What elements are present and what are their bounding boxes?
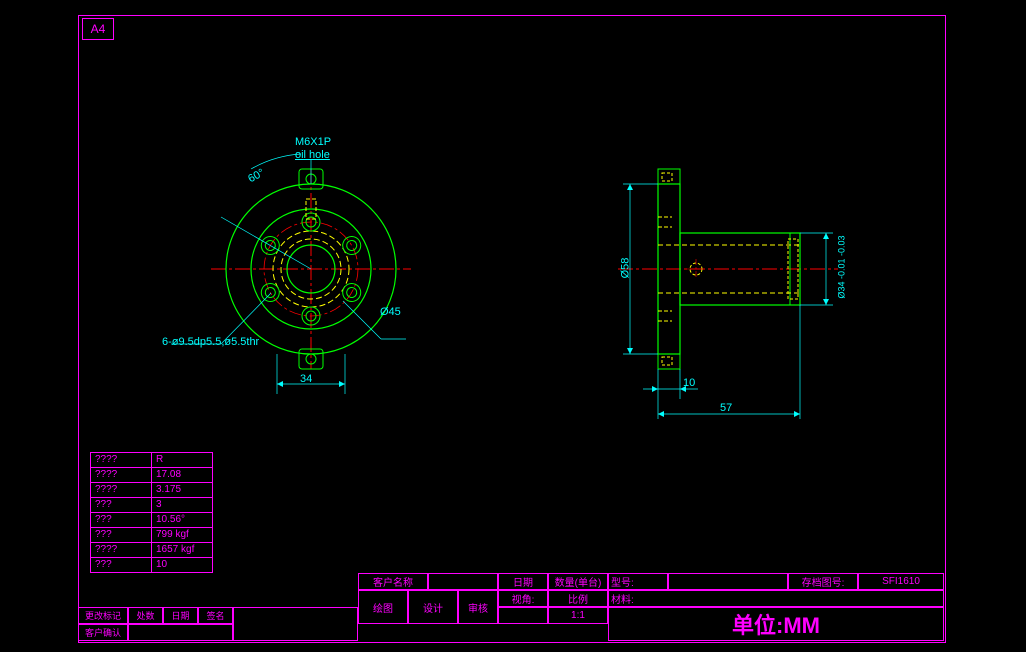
table-row: ????1657 kgf (91, 543, 213, 558)
holespec-label: 6-ø9.5dp5.5,ø5.5thr (162, 336, 259, 348)
spec-table: ????R????17.08????3.175???3???10.56°???7… (90, 452, 213, 573)
design-label: 设计 (408, 590, 458, 624)
scale-value: 1:1 (548, 607, 608, 624)
table-row: ???10.56° (91, 513, 213, 528)
side-view (618, 169, 838, 419)
thread-label: M6X1P (295, 136, 331, 148)
dim57-label: 57 (720, 402, 732, 414)
front-view (171, 154, 411, 394)
table-row: ????3.175 (91, 483, 213, 498)
drawn-label: 绘图 (358, 590, 408, 624)
table-row: ???10 (91, 558, 213, 573)
qty-label: 数量(单台) (548, 573, 608, 590)
material-label: 材料: (608, 590, 944, 607)
units-label: 单位:MM (608, 607, 944, 641)
dim34tol-label: Ø34 -0.01 -0.03 (837, 235, 847, 298)
dia45-label: Ø45 (380, 306, 401, 318)
table-row: ???799 kgf (91, 528, 213, 543)
oilhole-label: oil hole (295, 149, 330, 161)
dim34-label: 34 (300, 373, 312, 385)
date-label: 日期 (498, 573, 548, 590)
sign: 签名 (198, 607, 233, 624)
table-row: ????R (91, 453, 213, 468)
customer-name-label: 客户名称 (358, 573, 428, 590)
date2: 日期 (163, 607, 198, 624)
model-label: 型号: (608, 573, 668, 590)
model (668, 573, 788, 590)
location: 处数 (128, 607, 163, 624)
table-row: ???3 (91, 498, 213, 513)
drawingno-label: 存档图号: (788, 573, 858, 590)
change-mark: 更改标记 (78, 607, 128, 624)
cust-confirm: 客户确认 (78, 624, 128, 641)
view-label: 视角: (498, 590, 548, 607)
dim10-label: 10 (683, 377, 695, 389)
dim58-label: Ø58 (619, 258, 631, 279)
title-block: 客户名称 日期 数量(单台) 型号: 存档图号: SFI1610 材料: 绘图 … (78, 590, 944, 641)
table-row: ????17.08 (91, 468, 213, 483)
check-label: 审核 (458, 590, 498, 624)
scale-label: 比例 (548, 590, 608, 607)
drawingno: SFI1610 (858, 573, 944, 590)
customer-name (428, 573, 498, 590)
